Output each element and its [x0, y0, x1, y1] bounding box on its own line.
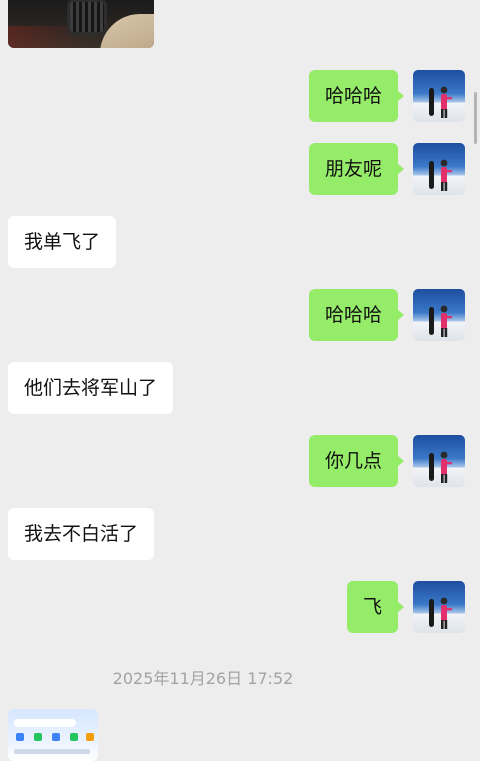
incoming-message-bubble[interactable]: 我单飞了: [8, 216, 117, 268]
avatar[interactable]: [413, 289, 465, 341]
chat-history[interactable]: 哈哈哈 朋友呢 我单飞了 哈哈哈 他们去将军山了 你几点 我去不白活了 飞 20…: [0, 0, 480, 761]
snowboarder-avatar-icon: [429, 86, 452, 118]
message-row: 你几点: [0, 435, 480, 487]
message-timestamp: 2025年11月26日 17:52: [112, 669, 294, 688]
snowboarder-avatar-icon: [429, 597, 452, 629]
incoming-message-bubble[interactable]: 他们去将军山了: [8, 362, 174, 414]
snowboarder-avatar-icon: [429, 159, 452, 191]
message-row: 我去不白活了: [0, 508, 480, 560]
message-row: 飞: [0, 581, 480, 633]
avatar[interactable]: [413, 70, 465, 122]
message-row: 他们去将军山了: [0, 362, 480, 414]
message-row: 哈哈哈: [0, 70, 480, 122]
snowboarder-avatar-icon: [429, 305, 452, 337]
outgoing-message-bubble[interactable]: 你几点: [308, 435, 405, 487]
message-row: 朋友呢: [0, 143, 480, 195]
outgoing-message-bubble[interactable]: 哈哈哈: [308, 289, 405, 341]
message-row: 哈哈哈: [0, 289, 480, 341]
outgoing-message-bubble[interactable]: 朋友呢: [308, 143, 405, 195]
incoming-message-bubble[interactable]: 我去不白活了: [8, 508, 155, 560]
air-vent-icon: [70, 2, 104, 32]
avatar[interactable]: [413, 435, 465, 487]
message-row: 我单飞了: [0, 216, 480, 268]
photo-message-car-interior[interactable]: [8, 0, 154, 48]
avatar[interactable]: [413, 581, 465, 633]
outgoing-message-bubble[interactable]: 哈哈哈: [308, 70, 405, 122]
snowboarder-avatar-icon: [429, 451, 452, 483]
avatar[interactable]: [413, 143, 465, 195]
photo-message-app-screenshot[interactable]: [8, 709, 98, 761]
outgoing-message-bubble[interactable]: 飞: [346, 581, 405, 633]
